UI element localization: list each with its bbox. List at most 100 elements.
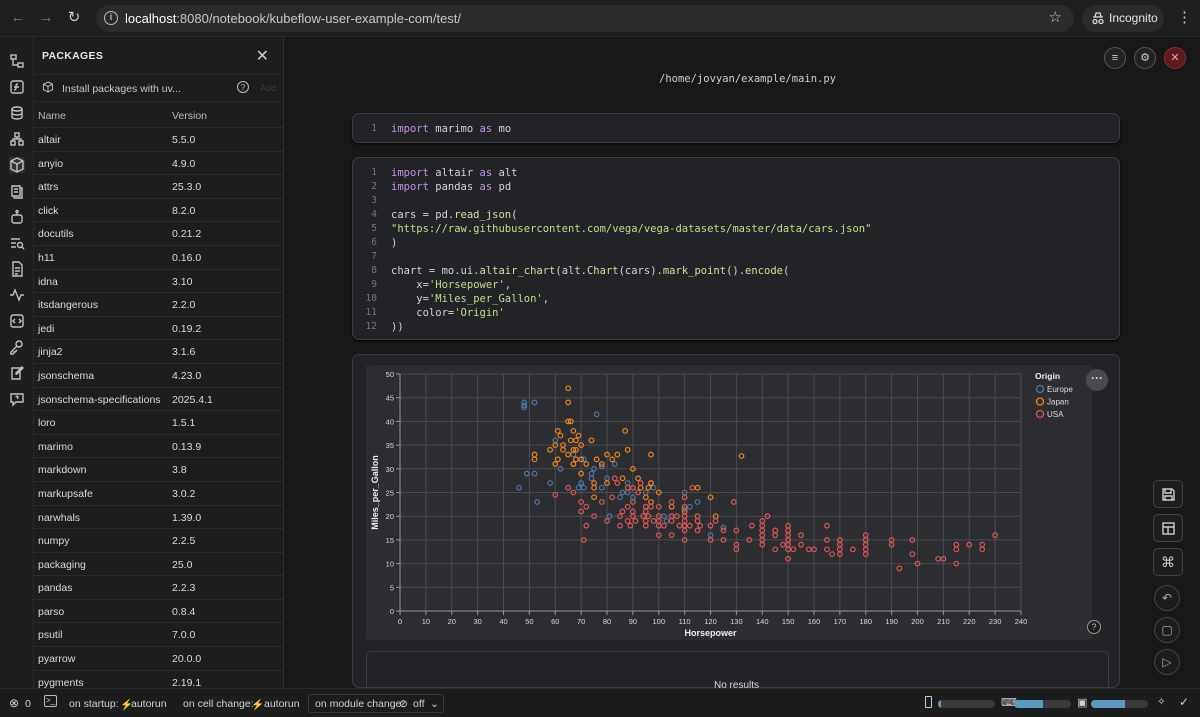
x-axis-label: Horsepower [684,628,737,638]
package-row: markdown 3.8 [34,458,283,482]
scatter-chart[interactable]: 0 10 20 30 40 50 60 70 80 90 100 110 120 130 140 150 160… [366,365,1108,640]
code-line: 2 import pandas as pd [359,180,1119,194]
search-docs-icon[interactable] [9,235,25,251]
package-version: 1.39.0 [172,511,202,524]
database-icon[interactable] [9,105,25,121]
code-text: x='Horsepower', [391,278,511,292]
save-icon[interactable] [1153,480,1183,508]
add-package-button[interactable]: Add [260,83,276,93]
undo-icon[interactable]: ↶ [1154,585,1180,611]
shutdown-icon[interactable]: ✕ [1164,47,1186,69]
package-name: pygments [38,676,84,688]
line-number: 10 [365,293,377,304]
package-version: 3.8 [172,464,187,477]
close-icon[interactable]: ✕ [256,46,269,66]
code-text: import marimo as mo [391,122,511,136]
settings-gear-icon[interactable]: ⚙ [1134,47,1156,69]
layout-icon[interactable] [1153,514,1183,542]
address-bar[interactable]: i localhost:8080/notebook/kubeflow-user-… [96,5,1074,32]
run-icon[interactable]: ▷ [1154,649,1180,675]
check-circle-icon[interactable]: ✓ [1179,695,1189,709]
command-palette-icon[interactable]: ⌘ [1153,548,1183,576]
code-token: ( [782,265,790,277]
sparkle-icon[interactable]: ✧ [1157,696,1166,708]
variables-icon[interactable] [9,79,25,95]
cpu-bar [1091,700,1148,708]
reload-icon[interactable]: ↻ [64,8,84,28]
x-tick-label: 240 [1015,617,1028,626]
x-tick-label: 140 [756,617,769,626]
bookmark-star-icon[interactable]: ☆ [1049,8,1062,26]
x-tick-label: 0 [398,617,402,626]
memory-bar [938,700,995,708]
documentation-icon[interactable] [9,261,25,277]
feedback-icon[interactable] [9,391,25,407]
package-name: jinja2 [38,346,63,359]
code-token: encode [745,265,783,277]
x-tick-label: 180 [859,617,872,626]
package-name: loro [38,417,56,430]
secrets-key-icon[interactable] [9,339,25,355]
y-tick-label: 5 [390,583,394,592]
tracing-icon[interactable] [9,287,25,303]
install-package-field[interactable]: Install packages with uv... ? Add [34,75,283,102]
terminal-icon[interactable]: >_ [44,695,57,707]
help-icon[interactable]: ? [1087,620,1101,634]
off-icon: ⊘ [399,698,408,710]
scratchpad-icon[interactable] [9,365,25,381]
line-number: 6 [371,237,377,248]
code-cell-1[interactable]: 1 import marimo as mo [352,113,1120,143]
y-tick-label: 20 [386,512,394,521]
package-row: marimo 0.13.9 [34,435,283,459]
stop-icon[interactable]: ▢ [1154,617,1180,643]
chart-actions-icon[interactable]: ··· [1086,369,1108,391]
site-info-icon[interactable]: i [104,11,118,25]
package-version: 3.0.2 [172,487,196,500]
back-arrow-icon[interactable]: ← [8,8,28,28]
code-token: , [542,293,550,305]
package-row: click 8.2.0 [34,199,283,223]
kebab-menu-icon[interactable]: ⋮ [1177,8,1192,26]
package-name: numpy [38,535,70,548]
ai-assistant-icon[interactable] [9,209,25,225]
package-box-icon [43,81,53,93]
package-version: 20.0.0 [172,653,202,666]
code-line: 12)) [359,320,1119,334]
code-token: x= [391,279,429,291]
cpu-icon: ▣ [1077,697,1088,709]
code-cell-2[interactable]: 1 import altair as alt 2 import pandas as p… [352,157,1120,340]
url-text: localhost:8080/notebook/kubeflow-user-ex… [125,11,462,26]
code-text: color='Origin' [391,306,505,320]
package-name: markdown [38,464,87,477]
x-tick-label: 210 [937,617,950,626]
package-row: packaging 25.0 [34,553,283,577]
code-token: marimo [428,123,480,135]
kernel-bar [1014,700,1071,708]
dependency-graph-icon[interactable] [9,131,25,147]
code-token: , [504,279,512,291]
error-icon[interactable]: ⊗ [9,696,19,710]
code-token: pandas [428,181,480,193]
snippets-icon[interactable] [9,313,25,329]
forward-arrow-icon[interactable]: → [36,8,56,28]
x-tick-label: 220 [963,617,976,626]
x-tick-label: 40 [499,617,507,626]
package-name: parso [38,605,65,618]
help-icon[interactable]: ? [237,81,249,93]
package-row: pyarrow 20.0.0 [34,647,283,671]
startup-mode[interactable]: autorun [131,698,167,710]
menu-icon[interactable]: ≡ [1104,47,1126,69]
package-version: 1.5.1 [172,417,196,430]
x-tick-label: 110 [679,617,691,626]
incognito-badge[interactable]: Incognito [1082,5,1164,32]
outline-icon[interactable] [9,183,25,199]
code-line: 1 import altair as alt [359,166,1119,180]
legend-symbol [1035,397,1045,406]
package-version: 2.19.1 [172,676,202,688]
cell-change-mode[interactable]: autorun [264,698,300,710]
package-name: packaging [38,558,86,571]
packages-icon[interactable] [9,157,25,173]
y-tick-label: 25 [386,489,394,498]
package-row: numpy 2.2.5 [34,529,283,553]
file-tree-icon[interactable] [9,53,25,69]
